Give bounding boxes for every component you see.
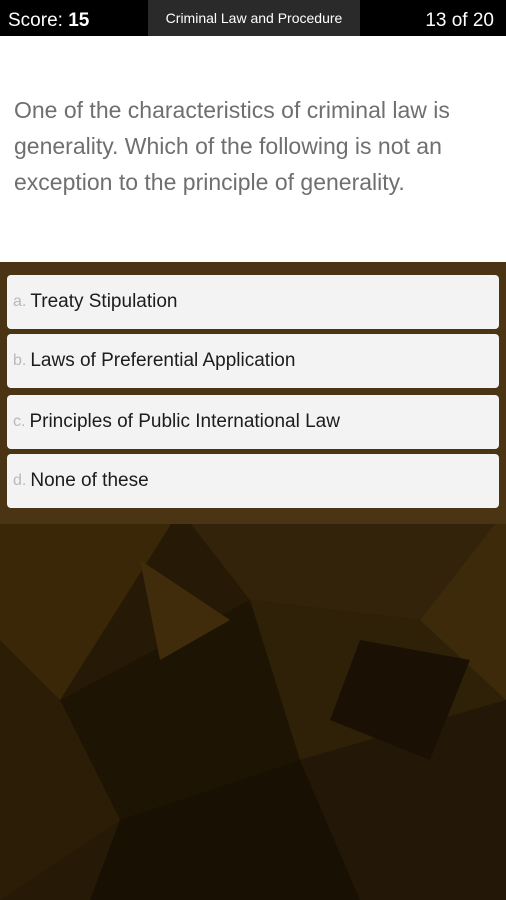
option-text: Laws of Preferential Application [30, 350, 296, 371]
option-d[interactable]: d. None of these [7, 454, 499, 508]
option-text: Principles of Public International Law [29, 411, 340, 432]
question-panel: One of the characteristics of criminal l… [0, 36, 506, 262]
option-text: Treaty Stipulation [30, 291, 178, 312]
option-letter: d. [13, 472, 27, 489]
option-text: None of these [30, 470, 149, 491]
option-letter: b. [13, 352, 27, 369]
score-value: 15 [68, 10, 90, 31]
score-display: Score: 15 [8, 9, 89, 33]
option-c[interactable]: c. Principles of Public International La… [7, 395, 499, 449]
option-letter: c. [13, 413, 26, 430]
question-text: One of the characteristics of criminal l… [14, 97, 450, 195]
quiz-title: Criminal Law and Procedure [148, 0, 360, 36]
option-letter: a. [13, 293, 27, 310]
options-list: a. Treaty Stipulation b. Laws of Prefere… [0, 262, 506, 524]
top-bar: Score: 15 Criminal Law and Procedure 13 … [0, 0, 506, 36]
option-a[interactable]: a. Treaty Stipulation [7, 275, 499, 329]
question-progress: 13 of 20 [425, 10, 494, 31]
option-b[interactable]: b. Laws of Preferential Application [7, 334, 499, 388]
score-label: Score: [8, 10, 63, 31]
